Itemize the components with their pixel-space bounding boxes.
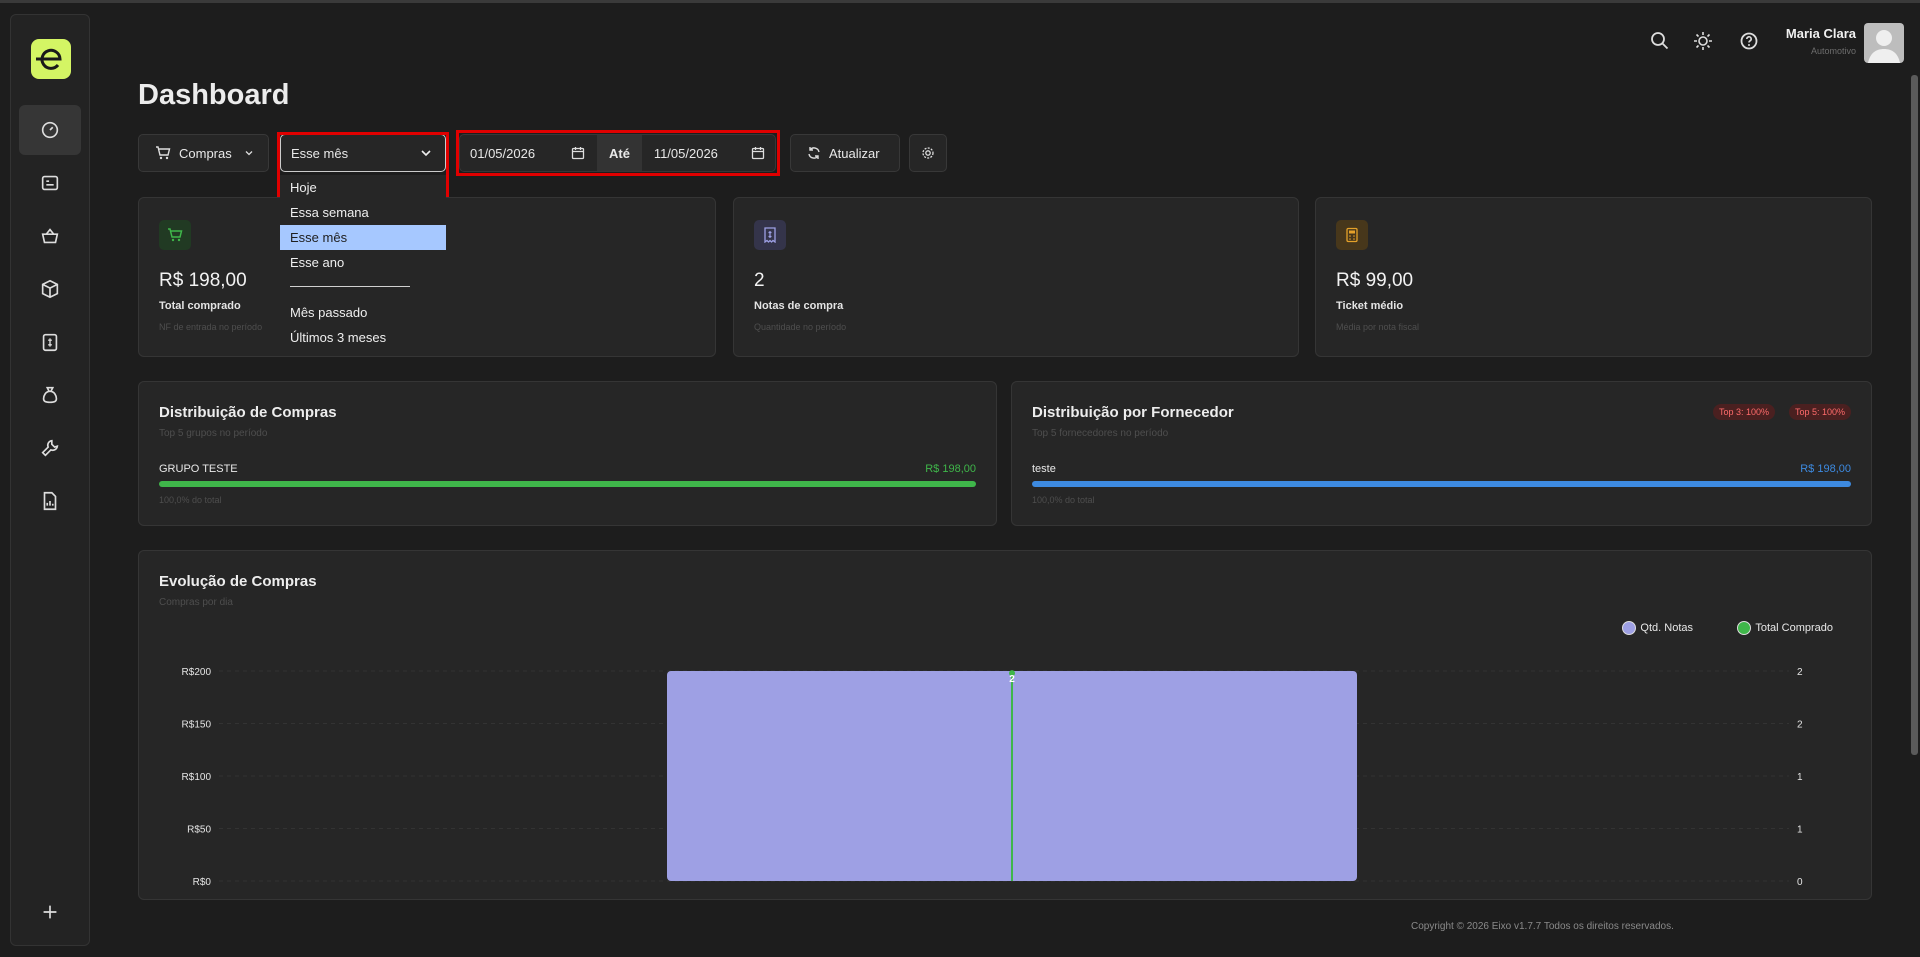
menu-item-semana[interactable]: Essa semana bbox=[280, 200, 446, 225]
app-logo[interactable] bbox=[31, 39, 71, 79]
box-icon bbox=[41, 279, 59, 299]
y-tick-right: 1 bbox=[1797, 825, 1803, 836]
stat-sub: Quantidade no período bbox=[754, 322, 847, 332]
theme-toggle[interactable] bbox=[1691, 29, 1715, 53]
stat-label: Total comprado bbox=[159, 300, 241, 312]
help-button[interactable] bbox=[1737, 29, 1761, 53]
plus-icon bbox=[43, 905, 57, 919]
add-button[interactable] bbox=[19, 887, 81, 937]
money-bag-icon bbox=[42, 386, 58, 404]
receipt-icon bbox=[754, 220, 786, 250]
highlight-dates bbox=[456, 130, 780, 176]
page-title: Dashboard bbox=[138, 79, 290, 111]
gauge-icon bbox=[41, 121, 59, 139]
sidebar bbox=[10, 14, 90, 946]
stat-card-ticket: R$ 99,00 Ticket médio Média por nota fis… bbox=[1315, 197, 1872, 357]
y-tick-left: R$0 bbox=[193, 877, 212, 888]
avatar[interactable] bbox=[1864, 23, 1904, 63]
report-icon bbox=[43, 491, 57, 511]
card-subtitle: Top 5 grupos no período bbox=[159, 428, 268, 439]
stat-label: Ticket médio bbox=[1336, 300, 1404, 312]
period-dropdown-menu: Hoje Essa semana Esse mês Esse ano Mês p… bbox=[280, 175, 446, 347]
evolution-chart: R$200 2 R$150 2 R$100 1 R$50 1 R$0 0 2 bbox=[182, 667, 1803, 888]
menu-item-mes[interactable]: Esse mês bbox=[280, 225, 446, 250]
y-tick-left: R$150 bbox=[182, 720, 212, 731]
cart-icon bbox=[156, 146, 171, 160]
wrench-icon bbox=[41, 439, 59, 457]
menu-item-3-meses[interactable]: Últimos 3 meses bbox=[280, 325, 446, 350]
user-name[interactable]: Maria Clara bbox=[1786, 26, 1856, 41]
card-title: Distribuição por Fornecedor bbox=[1032, 404, 1234, 421]
dist-label: teste bbox=[1032, 463, 1056, 475]
dist-bar bbox=[1032, 481, 1851, 487]
type-select-label: Compras bbox=[179, 145, 232, 161]
badge-top3: Top 3: 100% bbox=[1712, 404, 1775, 420]
footer: Copyright © 2026 Eixo v1.7.7 Todos os di… bbox=[1411, 921, 1674, 932]
dist-value: R$ 198,00 bbox=[1800, 463, 1851, 475]
basket-icon bbox=[41, 228, 59, 244]
stat-value: R$ 198,00 bbox=[159, 270, 247, 291]
settings-button[interactable] bbox=[909, 134, 947, 172]
nav-contacts[interactable] bbox=[19, 158, 81, 208]
gear-icon bbox=[922, 147, 934, 159]
user-avatar-icon bbox=[1868, 30, 1900, 63]
stat-label: Notas de compra bbox=[754, 300, 844, 312]
search-button[interactable] bbox=[1648, 29, 1672, 53]
menu-item-ano[interactable]: Esse ano bbox=[280, 250, 446, 275]
logo-icon bbox=[36, 48, 62, 70]
y-tick-right: 1 bbox=[1797, 772, 1803, 783]
dist-pct: 100,0% do total bbox=[159, 495, 222, 505]
dist-label: GRUPO TESTE bbox=[159, 463, 238, 475]
cart-icon bbox=[159, 220, 191, 250]
user-role: Automotivo bbox=[1810, 46, 1856, 56]
clipboard-dollar-icon bbox=[42, 333, 58, 352]
stat-sub: NF de entrada no período bbox=[159, 322, 263, 332]
chevron-down-icon bbox=[245, 151, 253, 156]
card-title: Distribuição de Compras bbox=[159, 404, 337, 421]
nav-reports[interactable] bbox=[19, 476, 81, 526]
y-tick-right: 2 bbox=[1797, 720, 1803, 731]
nav-money[interactable] bbox=[19, 370, 81, 420]
stat-value: R$ 99,00 bbox=[1336, 270, 1414, 291]
menu-item-hoje[interactable]: Hoje bbox=[280, 175, 446, 200]
dist-fornecedor-card: Distribuição por Fornecedor Top 5 fornec… bbox=[1011, 381, 1872, 526]
dist-value: R$ 198,00 bbox=[925, 463, 976, 475]
stat-card-notes: 2 Notas de compra Quantidade no período bbox=[733, 197, 1299, 357]
menu-separator bbox=[280, 275, 446, 300]
y-tick-right: 2 bbox=[1797, 667, 1803, 678]
help-icon bbox=[1740, 32, 1758, 50]
search-icon bbox=[1651, 32, 1669, 50]
nav-tools[interactable] bbox=[19, 423, 81, 473]
badge-top5: Top 5: 100% bbox=[1788, 404, 1851, 420]
refresh-icon bbox=[808, 147, 820, 159]
stat-value: 2 bbox=[754, 270, 765, 291]
dist-compras-card: Distribuição de Compras Top 5 grupos no … bbox=[138, 381, 997, 526]
nav-dashboard[interactable] bbox=[19, 105, 81, 155]
evolution-card: Evolução de Compras Compras por dia Qtd.… bbox=[138, 550, 1872, 900]
nav-products[interactable] bbox=[19, 264, 81, 314]
calculator-icon bbox=[1336, 220, 1368, 250]
refresh-button[interactable]: Atualizar bbox=[790, 134, 900, 172]
menu-item-mes-passado[interactable]: Mês passado bbox=[280, 300, 446, 325]
sun-icon bbox=[1694, 32, 1712, 50]
nav-finance[interactable] bbox=[19, 317, 81, 367]
y-tick-right: 0 bbox=[1797, 877, 1803, 888]
dist-pct: 100,0% do total bbox=[1032, 495, 1095, 505]
dist-bar bbox=[159, 481, 976, 487]
y-tick-left: R$200 bbox=[182, 667, 212, 678]
stat-sub: Média por nota fiscal bbox=[1336, 322, 1420, 332]
card-subtitle: Top 5 fornecedores no período bbox=[1032, 428, 1169, 439]
refresh-label: Atualizar bbox=[829, 145, 880, 161]
y-tick-left: R$100 bbox=[182, 772, 212, 783]
bar-label: 2 bbox=[1009, 674, 1015, 685]
y-tick-left: R$50 bbox=[187, 825, 211, 836]
nav-purchases[interactable] bbox=[19, 211, 81, 261]
type-select[interactable]: Compras bbox=[138, 134, 269, 172]
scrollbar[interactable] bbox=[1911, 75, 1918, 755]
id-card-icon bbox=[41, 175, 59, 191]
